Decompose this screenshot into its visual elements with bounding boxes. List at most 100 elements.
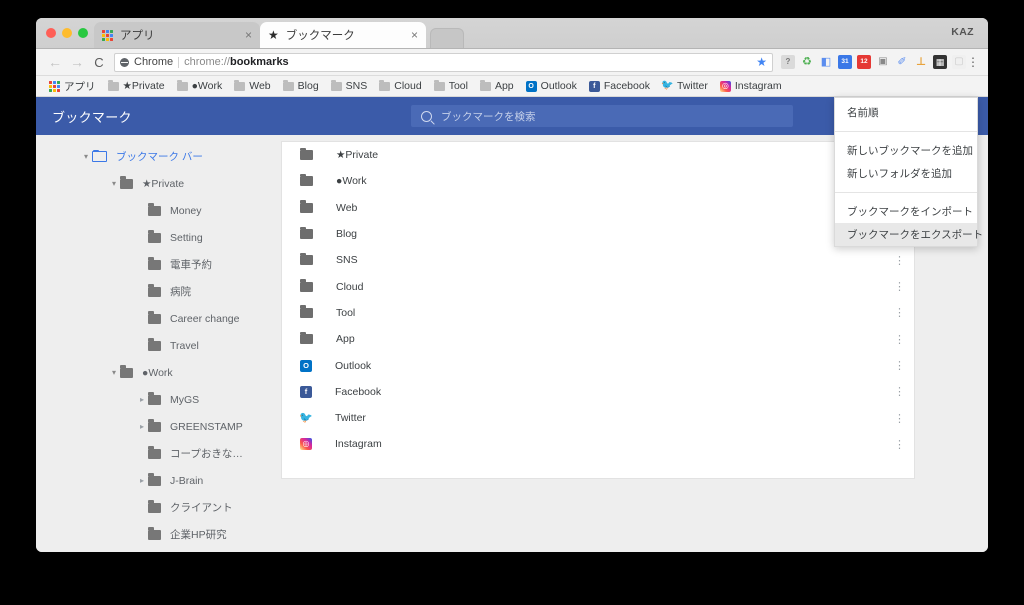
tree-item-corporate-hp-research[interactable]: 企業HP研究 (36, 521, 281, 548)
calendar-red-extension-icon[interactable]: 12 (857, 55, 871, 69)
menu-group-import-export: ブックマークをインポート ブックマークをエクスポート (835, 197, 983, 246)
tree-item-travel[interactable]: Travel (36, 332, 281, 359)
bookmark-bar-item-cloud[interactable]: Cloud (374, 78, 426, 94)
menu-item-export-bookmarks[interactable]: ブックマークをエクスポート (835, 223, 983, 246)
tree-item-train-reservation[interactable]: 電車予約 (36, 251, 281, 278)
bookmarks-options-menu: 名前順 新しいブックマークを追加 新しいフォルダを追加 ブックマークをインポート… (834, 97, 983, 247)
minimize-window-button[interactable] (62, 28, 72, 38)
close-window-button[interactable] (46, 28, 56, 38)
row-menu-icon[interactable]: ⋮ (894, 412, 905, 425)
list-item-label: App (336, 333, 355, 346)
window-controls (46, 28, 88, 38)
chevron-right-icon[interactable]: ▸ (136, 422, 148, 431)
tab-bookmarks[interactable]: ★ ブックマーク × (260, 22, 426, 48)
tree-item-work[interactable]: ▾ ●Work (36, 359, 281, 386)
qrcode-extension-icon[interactable]: ▦ (933, 55, 947, 69)
search-bookmarks-field[interactable]: ブックマークを検索 (411, 105, 793, 127)
row-menu-icon[interactable]: ⋮ (894, 254, 905, 267)
tree-item-j-brain[interactable]: ▸ J-Brain (36, 467, 281, 494)
address-bar[interactable]: Chrome chrome://bookmarks ★ (114, 52, 773, 72)
bookmark-bar-item-work[interactable]: ●Work (172, 78, 228, 94)
back-icon[interactable]: ← (44, 55, 66, 69)
bookmark-bar-label: Outlook (540, 80, 577, 92)
row-menu-icon[interactable]: ⋮ (894, 280, 905, 293)
search-icon (421, 110, 432, 122)
forward-icon[interactable]: → (66, 55, 88, 69)
tree-item-beatrend[interactable]: ビートレンド (36, 548, 281, 552)
list-item[interactable]: f Facebook ⋮ (282, 379, 914, 405)
bookmark-bar-item-web[interactable]: Web (229, 78, 275, 94)
tree-item-label: Setting (170, 231, 203, 244)
recycle-extension-icon[interactable]: ♻ (800, 55, 814, 69)
bookmark-bar-item-twitter[interactable]: 🐦 Twitter (657, 78, 713, 94)
list-item[interactable]: App ⋮ (282, 326, 914, 352)
folder-icon (148, 257, 161, 270)
list-item[interactable]: SNS ⋮ (282, 247, 914, 273)
tab-apps-close-icon[interactable]: × (245, 29, 252, 41)
profile-name[interactable]: KAZ (951, 26, 974, 38)
tab-bookmarks-label: ブックマーク (285, 30, 355, 42)
reload-icon[interactable]: C (88, 56, 110, 69)
list-item[interactable]: Web ⋮ (282, 195, 914, 221)
menu-item-import-bookmarks[interactable]: ブックマークをインポート (835, 200, 977, 223)
list-item[interactable]: Tool ⋮ (282, 300, 914, 326)
tree-item-label: GREENSTAMP (170, 420, 243, 433)
tree-item-client[interactable]: クライアント (36, 494, 281, 521)
zoom-window-button[interactable] (78, 28, 88, 38)
bookmark-bar-label: SNS (345, 80, 368, 92)
tree-item-greenstamp[interactable]: ▸ GREENSTAMP (36, 413, 281, 440)
bookmark-bar-item-private[interactable]: ★Private (103, 78, 170, 94)
tree-item-mygs[interactable]: ▸ MyGS (36, 386, 281, 413)
bookmark-bar-item-apps[interactable]: アプリ (44, 77, 101, 96)
eyedropper-extension-icon[interactable]: ✐ (895, 55, 909, 69)
tree-item-money[interactable]: Money (36, 197, 281, 224)
menu-item-add-folder[interactable]: 新しいフォルダを追加 (835, 162, 977, 185)
bookmark-bar-item-outlook[interactable]: O Outlook (521, 78, 582, 94)
calendar-extension-icon[interactable]: 31 (838, 55, 852, 69)
row-menu-icon[interactable]: ⋮ (894, 306, 905, 319)
list-item[interactable]: O Outlook ⋮ (282, 352, 914, 378)
tree-item-setting[interactable]: Setting (36, 224, 281, 251)
menu-item-sort-by-name[interactable]: 名前順 (835, 101, 977, 124)
tab-apps[interactable]: アプリ × (94, 22, 260, 48)
tree-item-coop-okinawa[interactable]: コープおきな… (36, 440, 281, 467)
list-item[interactable]: ◎ Instagram ⋮ (282, 431, 914, 457)
list-item[interactable]: ●Work ⋮ (282, 168, 914, 194)
chevron-down-icon[interactable]: ▾ (80, 152, 92, 161)
tag-extension-icon[interactable]: ◧ (819, 55, 833, 69)
bookmark-bar-item-app[interactable]: App (475, 78, 519, 94)
menu-item-add-bookmark[interactable]: 新しいブックマークを追加 (835, 139, 977, 162)
row-menu-icon[interactable]: ⋮ (894, 438, 905, 451)
row-menu-icon[interactable]: ⋮ (894, 333, 905, 346)
list-item[interactable]: 🐦 Twitter ⋮ (282, 405, 914, 431)
tree-item-bookmarks-bar[interactable]: ▾ ブックマーク バー (36, 143, 281, 170)
tab-bookmarks-close-icon[interactable]: × (411, 29, 418, 41)
list-item[interactable]: ★Private ⋮ (282, 142, 914, 168)
bookmark-bar-item-blog[interactable]: Blog (278, 78, 324, 94)
new-tab-button[interactable] (430, 28, 464, 48)
folder-icon (300, 147, 313, 161)
chevron-down-icon[interactable]: ▾ (108, 368, 120, 377)
row-menu-icon[interactable]: ⋮ (894, 359, 905, 372)
chevron-right-icon[interactable]: ▸ (136, 476, 148, 485)
tree-item-career-change[interactable]: Career change (36, 305, 281, 332)
list-item[interactable]: Cloud ⋮ (282, 273, 914, 299)
help-extension-icon[interactable]: ? (781, 55, 795, 69)
camera-extension-icon[interactable]: ▣ (876, 55, 890, 69)
bookmark-bar-item-sns[interactable]: SNS (326, 78, 373, 94)
chevron-down-icon[interactable]: ▾ (108, 179, 120, 188)
bookmark-bar-item-instagram[interactable]: ◎ Instagram (715, 78, 787, 94)
tree-item-private[interactable]: ▾ ★Private (36, 170, 281, 197)
bookmark-bar-item-tool[interactable]: Tool (429, 78, 473, 94)
row-menu-icon[interactable]: ⋮ (894, 385, 905, 398)
bookmark-bar-item-facebook[interactable]: f Facebook (584, 78, 655, 94)
chrome-menu-icon[interactable]: ⋮ (966, 55, 980, 69)
list-item[interactable]: Blog ⋮ (282, 221, 914, 247)
list-item-label: ★Private (336, 149, 379, 162)
bookmark-bar-label: Twitter (676, 80, 708, 92)
bookmark-star-icon[interactable]: ★ (756, 55, 767, 69)
tree-item-hospital[interactable]: 病院 (36, 278, 281, 305)
menu-item-label: 新しいブックマークを追加 (847, 145, 973, 157)
chevron-right-icon[interactable]: ▸ (136, 395, 148, 404)
fork-extension-icon[interactable]: ⊥ (914, 55, 928, 69)
